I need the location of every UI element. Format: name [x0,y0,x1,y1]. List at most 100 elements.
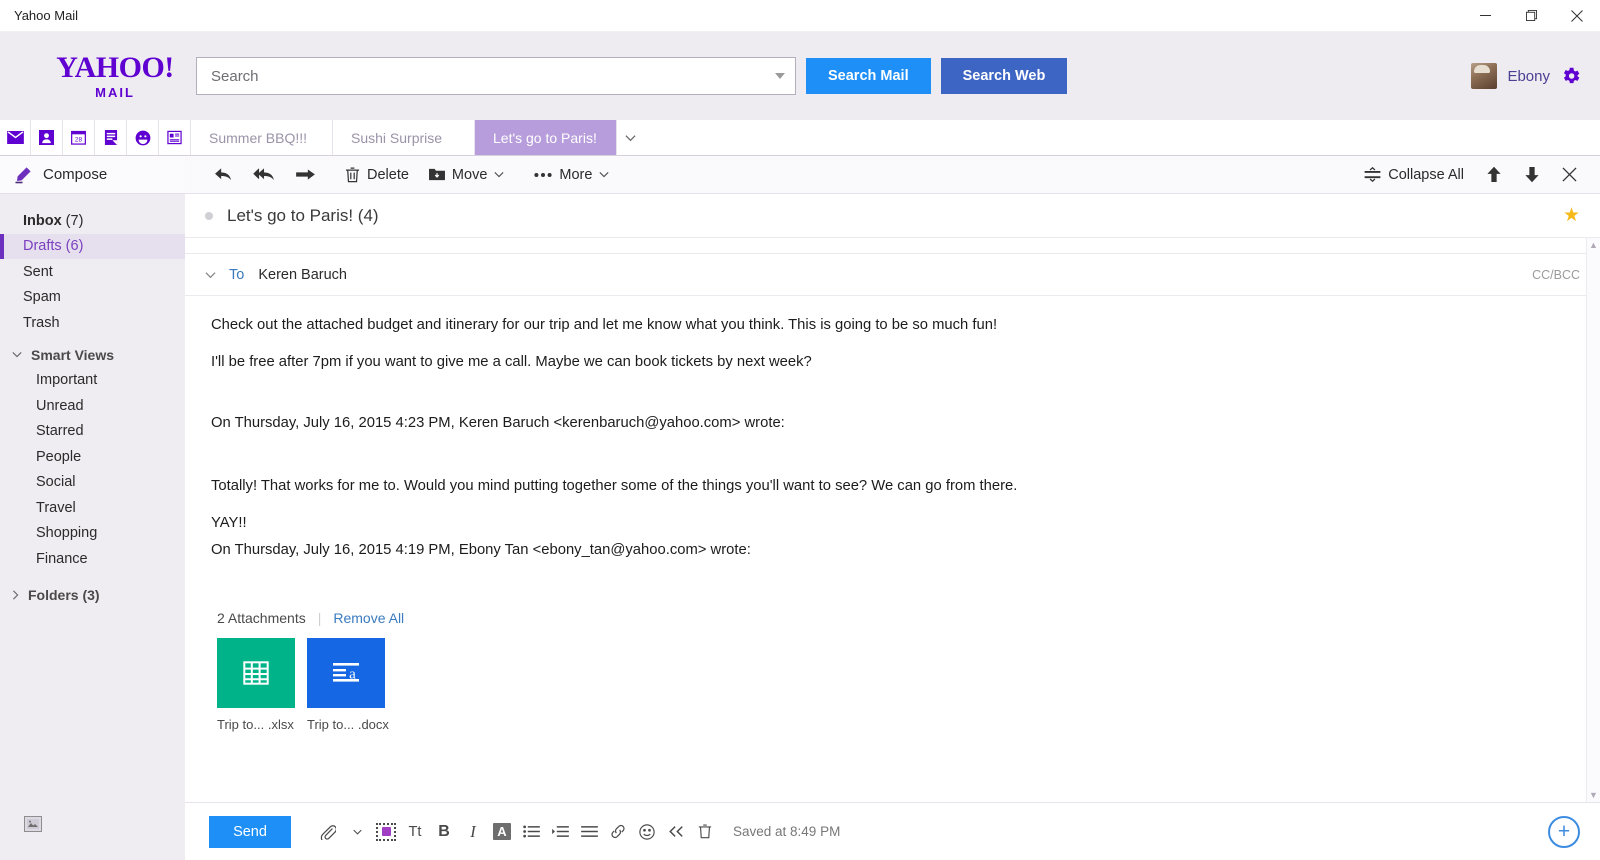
bold-icon[interactable]: B [431,818,457,846]
text-color-icon[interactable]: A [493,823,511,840]
avatar[interactable] [1471,63,1498,89]
sidebar-item-starred[interactable]: Starred [0,419,185,445]
sidebar-item-unread[interactable]: Unread [0,393,185,419]
unread-dot-icon[interactable] [205,211,213,220]
page-title: Let's go to Paris! (4) [227,205,379,225]
close-message-button[interactable] [1553,160,1586,190]
collapsed-message-stub[interactable] [185,238,1600,254]
star-icon[interactable]: ★ [1563,204,1580,227]
sidebar-item-travel[interactable]: Travel [0,495,185,521]
sidebar-item-spam[interactable]: Spam [0,285,185,311]
subject-bar: Let's go to Paris! (4) ★ [185,194,1600,238]
sidebar-item-people[interactable]: People [0,444,185,470]
scroll-down-icon[interactable]: ▼ [1587,788,1600,802]
delete-label: Delete [367,166,409,183]
attachments-section: 2 Attachments | Remove All Trip to... .x… [211,610,1574,732]
search-box[interactable] [196,57,796,95]
attachment-item-0[interactable]: Trip to... .xlsx [217,637,295,732]
sidebar-item-shopping[interactable]: Shopping [0,521,185,547]
recipient-chevron-down-icon[interactable] [205,271,229,279]
message-scroll-area[interactable]: To Keren Baruch CC/BCC Check out the att… [185,238,1600,802]
gear-icon[interactable] [1560,65,1582,87]
remove-all-button[interactable]: Remove All [333,610,404,626]
collapse-all-label: Collapse All [1388,166,1464,183]
forward-button[interactable] [287,160,324,190]
text-color-wrap[interactable]: A [489,823,515,840]
new-message-button[interactable]: + [1548,816,1580,848]
compose-button[interactable]: Compose [0,156,185,194]
calendar-icon[interactable]: 28 [63,120,95,155]
smart-views-group[interactable]: Smart Views [0,342,185,368]
sidebar-item-important[interactable]: Important [0,368,185,394]
next-message-button[interactable] [1515,160,1549,190]
attachment-thumbnails: Trip to... .xlsx a Trip to... .docx [217,637,1574,732]
delete-button[interactable]: Delete [336,160,418,190]
document-icon[interactable]: a [307,637,385,708]
tab-overflow-chevron-down-icon[interactable] [617,120,643,155]
link-icon[interactable] [605,818,631,846]
attach-icon[interactable] [315,818,341,846]
search-web-button[interactable]: Search Web [940,58,1068,94]
compose-footer: Send Tt B I A Saved at 8:49 PM [185,802,1600,860]
reply-all-button[interactable] [244,160,285,190]
sidebar-item-trash[interactable]: Trash [0,310,185,336]
sidebar-item-social[interactable]: Social [0,470,185,496]
quote-header-2: On Thursday, July 16, 2015 4:19 PM, Ebon… [211,541,751,558]
contacts-icon[interactable] [31,120,63,155]
sidebar-item-inbox[interactable]: Inbox (7) [0,208,185,234]
emoji-icon[interactable] [634,818,660,846]
move-button[interactable]: Move [420,160,513,190]
scroll-up-icon[interactable]: ▲ [1587,238,1600,252]
message-scrollbar[interactable]: ▲ ▼ [1586,238,1600,802]
news-icon[interactable] [159,120,191,155]
italic-icon[interactable]: I [460,818,486,846]
yahoo-mail-window: Yahoo Mail YAHOO! MAIL Search Mail Sear [0,0,1600,860]
chevron-down-icon [12,351,22,358]
move-chevron-down-icon [494,171,504,178]
sidebar-item-finance[interactable]: Finance [0,546,185,572]
mail-tab-1[interactable]: Sushi Surprise [333,120,475,155]
indent-icon[interactable] [547,818,573,846]
to-recipient[interactable]: Keren Baruch [258,267,347,283]
notepad-icon[interactable] [95,120,127,155]
user-name[interactable]: Ebony [1507,68,1550,85]
smart-views-label: Smart Views [31,346,115,363]
folders-group-label: Folders (3) [28,586,100,603]
discard-icon[interactable] [692,818,718,846]
mail-tab-0[interactable]: Summer BBQ!!! [191,120,333,155]
search-input[interactable] [211,67,775,85]
maximize-icon[interactable] [1508,0,1554,32]
collapse-toolbar-icon[interactable] [663,818,689,846]
close-icon[interactable] [1554,0,1600,32]
mail-icon[interactable] [0,120,31,155]
folders-group[interactable]: Folders (3) [0,582,185,608]
ellipsis-icon [534,172,552,178]
bullet-list-icon[interactable] [518,818,544,846]
folder-move-icon [428,167,445,182]
previous-message-button[interactable] [1477,160,1511,190]
sidebar-item-drafts[interactable]: Drafts (6) [0,233,185,259]
message-pane: Delete Move More Collapse All Let's go t… [185,156,1600,860]
mail-tab-2[interactable]: Let's go to Paris! [475,120,617,155]
attachment-basename-0: Trip to... [217,716,265,732]
reply-button[interactable] [205,160,242,190]
messenger-icon[interactable] [127,120,159,155]
svg-text:a: a [349,666,356,682]
attach-dropdown-chevron-down-icon[interactable] [344,818,370,846]
ccbcc-toggle[interactable]: CC/BCC [1532,268,1580,282]
stamp-icon[interactable] [373,818,399,846]
collapse-all-button[interactable]: Collapse All [1355,160,1473,190]
sidebar-item-sent[interactable]: Sent [0,259,185,285]
yahoo-mail-logo[interactable]: YAHOO! MAIL [40,53,190,100]
attachment-item-1[interactable]: a Trip to... .docx [307,637,389,732]
search-mail-button[interactable]: Search Mail [806,58,931,94]
font-size-icon[interactable]: Tt [402,818,428,846]
attachment-name-1: Trip to... .docx [307,717,389,732]
search-dropdown-icon[interactable] [775,73,785,79]
spreadsheet-icon[interactable] [217,637,295,708]
message-body[interactable]: Check out the attached budget and itiner… [205,296,1580,732]
more-button[interactable]: More [525,160,618,190]
minimize-icon[interactable] [1462,0,1508,32]
align-icon[interactable] [576,818,602,846]
send-button[interactable]: Send [209,815,291,848]
